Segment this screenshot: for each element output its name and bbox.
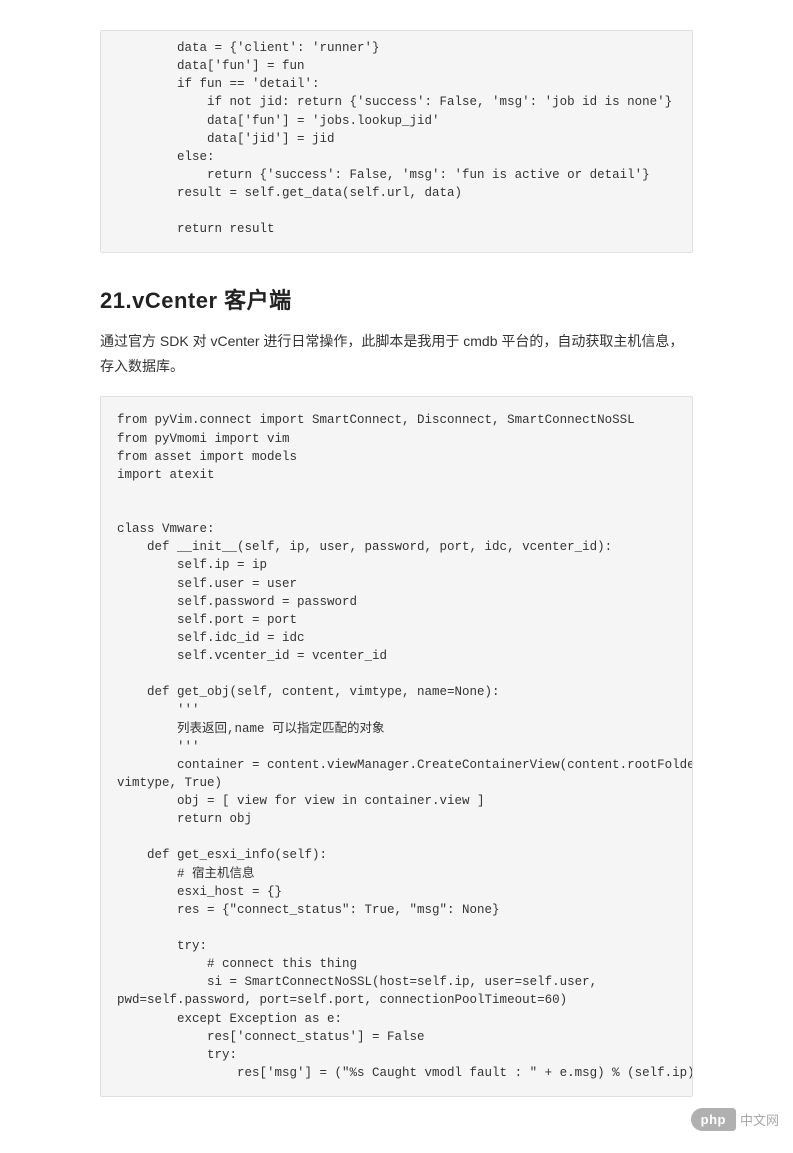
watermark: php 中文网 [691, 1108, 779, 1131]
section-description: 通过官方 SDK 对 vCenter 进行日常操作，此脚本是我用于 cmdb 平… [100, 329, 693, 378]
code-block-main: from pyVim.connect import SmartConnect, … [100, 396, 693, 1097]
watermark-text: 中文网 [740, 1110, 779, 1129]
code-block-top: data = {'client': 'runner'} data['fun'] … [100, 30, 693, 253]
watermark-logo-icon: php [691, 1108, 736, 1131]
section-heading: 21.vCenter 客户端 [100, 283, 693, 315]
